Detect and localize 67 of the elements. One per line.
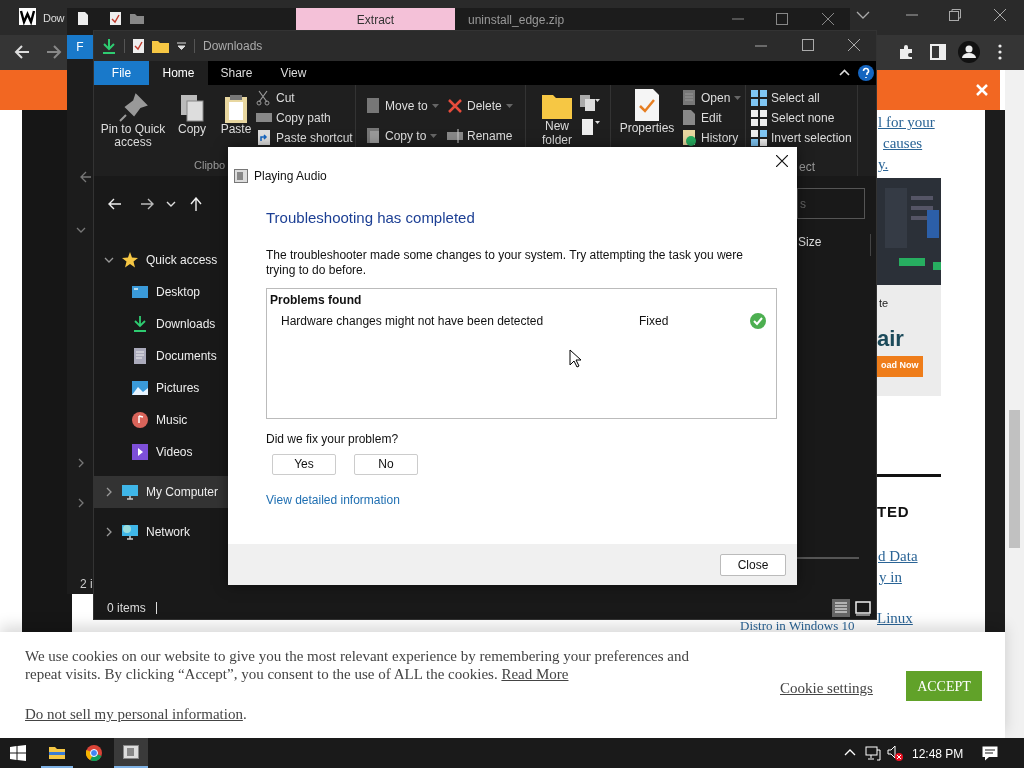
related-link[interactable]: d Data: [878, 545, 918, 567]
ribbon-button[interactable]: Edit: [701, 109, 722, 127]
problem-status: Fixed: [639, 312, 669, 330]
opt-out-link[interactable]: Do not sell my personal information: [25, 706, 243, 722]
clock[interactable]: 12:48 PM: [912, 745, 964, 763]
window-title: Playing Audio: [254, 168, 327, 185]
nav-item[interactable]: Downloads: [94, 308, 229, 340]
ribbon-button[interactable]: Pin to Quick access: [100, 123, 166, 149]
ribbon-button[interactable]: Copy to: [385, 126, 427, 145]
nav-item[interactable]: Documents: [94, 340, 229, 372]
group-label: ect: [799, 159, 815, 176]
read-more-link[interactable]: Read More: [501, 666, 569, 682]
problem-text: Hardware changes might not have been detected: [281, 312, 545, 330]
advert-brand: air: [877, 327, 904, 350]
ribbon-button[interactable]: Copy: [178, 123, 206, 136]
ribbon-button[interactable]: Cut: [276, 89, 295, 107]
window-title: uninstall_edge.zip: [468, 12, 565, 29]
ribbon-tab[interactable]: Extract: [296, 8, 455, 30]
answer-button[interactable]: Yes: [272, 453, 336, 475]
ribbon-button[interactable]: Select all: [771, 89, 820, 107]
ribbon-tab[interactable]: Home: [149, 61, 208, 85]
nav-item[interactable]: Quick access: [94, 244, 229, 276]
advert-caption: te: [879, 296, 889, 311]
list-header: Problems found: [270, 291, 362, 309]
nav-item[interactable]: Videos: [94, 436, 229, 468]
related-link[interactable]: Distro in Windows 10: [740, 620, 855, 632]
ribbon-button[interactable]: Paste: [220, 123, 252, 136]
close-button[interactable]: Close: [720, 553, 786, 576]
details-link[interactable]: View detailed information: [266, 490, 400, 509]
ribbon-button[interactable]: Copy path: [276, 109, 331, 127]
nav-item[interactable]: Desktop: [94, 276, 229, 308]
nav-item[interactable]: Pictures: [94, 372, 229, 404]
dialog-message: The troubleshooter made some changes to your system. Try attempting the task you were trying to do before.: [266, 247, 744, 278]
ribbon-button[interactable]: Rename: [467, 126, 513, 145]
nav-item[interactable]: Network: [94, 516, 229, 548]
advert[interactable]: te air oad Now: [877, 178, 941, 396]
opt-out-text: Do not sell my personal information.: [25, 705, 247, 723]
ribbon-tab[interactable]: File: [94, 61, 149, 85]
group-label: Clipbo: [194, 158, 226, 173]
cookie-settings-link[interactable]: Cookie settings: [780, 677, 873, 700]
nav-item[interactable]: Music: [94, 404, 229, 436]
column-header[interactable]: Size: [798, 233, 822, 251]
status-text: 0 items: [107, 600, 146, 617]
ribbon-button[interactable]: Open: [701, 89, 731, 107]
ribbon-button[interactable]: History: [701, 129, 739, 147]
question-text: Did we fix your problem?: [266, 430, 400, 448]
related-link[interactable]: Linux: [877, 607, 913, 629]
article-link[interactable]: y.: [878, 154, 889, 175]
nav-item[interactable]: My Computer: [94, 476, 229, 508]
window-title: Downloads: [203, 38, 263, 55]
article-link[interactable]: causes: [883, 133, 923, 154]
cookie-message: We use cookies on our website to give you the most relevant experience by remembering your preferences and repeat visits. By clicking “Accept”, you consent to the use of ALL the cookies. Read More: [25, 647, 690, 683]
ribbon-tab[interactable]: F: [67, 35, 93, 59]
ribbon-button[interactable]: Paste shortcut: [276, 129, 353, 147]
section-heading: TED: [877, 502, 910, 522]
ribbon-button[interactable]: Move to: [385, 97, 428, 115]
ribbon-button[interactable]: Properties: [619, 122, 675, 135]
ribbon-button[interactable]: Delete: [467, 97, 502, 115]
related-link[interactable]: y in: [879, 566, 902, 588]
status-text: 2 i: [80, 576, 93, 593]
ribbon-button[interactable]: New folder: [540, 119, 574, 147]
dialog-heading: Troubleshooting has completed: [266, 208, 476, 228]
ribbon-button[interactable]: Invert selection: [771, 129, 852, 147]
browser-tab-title[interactable]: Dow: [43, 10, 65, 27]
ribbon-button[interactable]: Select none: [771, 109, 835, 127]
answer-button[interactable]: No: [354, 453, 418, 475]
article-link[interactable]: l for your: [878, 112, 935, 133]
